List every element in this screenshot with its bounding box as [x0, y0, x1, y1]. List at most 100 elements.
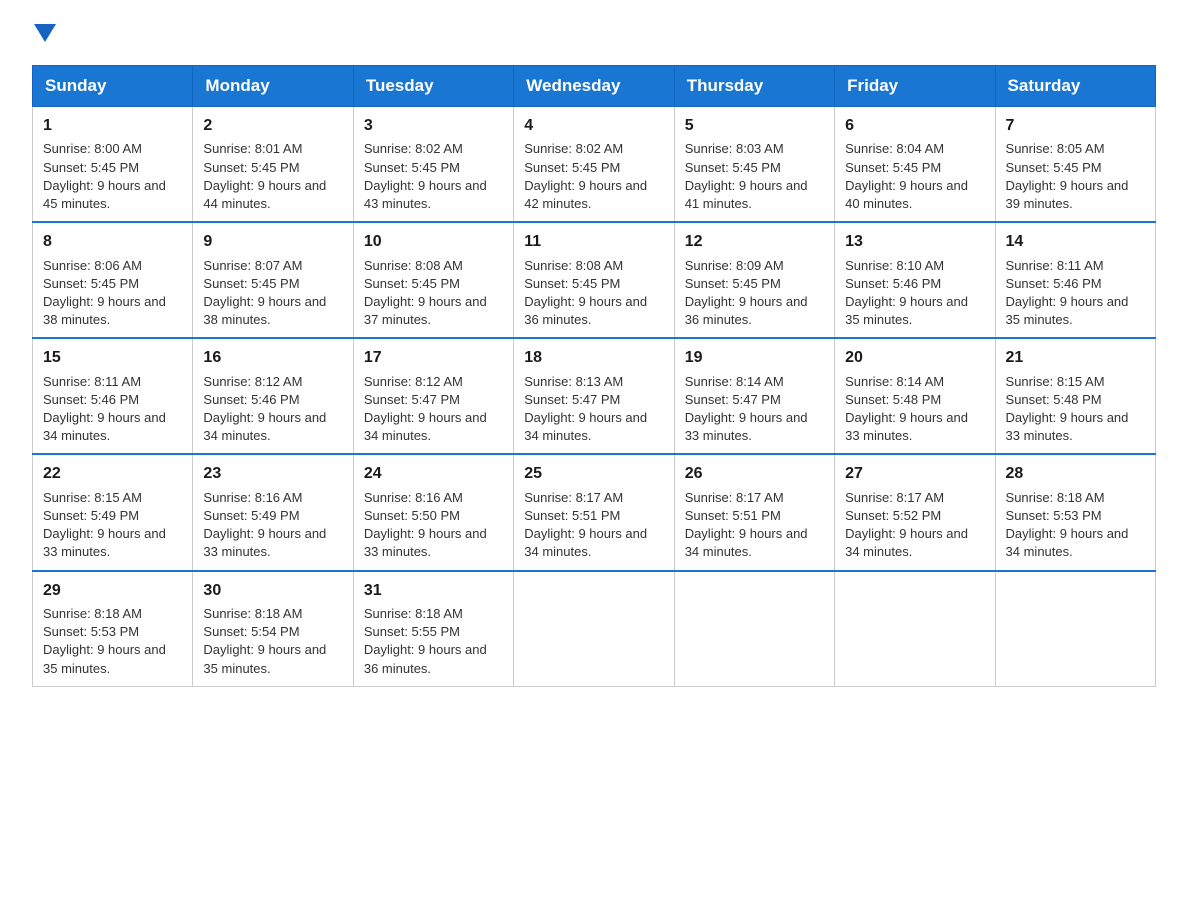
day-number: 16: [203, 347, 342, 369]
calendar-cell: [835, 571, 995, 687]
day-info: Sunrise: 8:02 AMSunset: 5:45 PMDaylight:…: [364, 141, 487, 211]
day-number: 6: [845, 115, 984, 137]
calendar-cell: 30 Sunrise: 8:18 AMSunset: 5:54 PMDaylig…: [193, 571, 353, 687]
calendar-cell: 2 Sunrise: 8:01 AMSunset: 5:45 PMDayligh…: [193, 107, 353, 223]
calendar-cell: 8 Sunrise: 8:06 AMSunset: 5:45 PMDayligh…: [33, 222, 193, 338]
calendar-cell: 6 Sunrise: 8:04 AMSunset: 5:45 PMDayligh…: [835, 107, 995, 223]
column-header-monday: Monday: [193, 66, 353, 107]
day-info: Sunrise: 8:08 AMSunset: 5:45 PMDaylight:…: [364, 258, 487, 328]
calendar-cell: 7 Sunrise: 8:05 AMSunset: 5:45 PMDayligh…: [995, 107, 1155, 223]
calendar-cell: [514, 571, 674, 687]
day-number: 29: [43, 580, 182, 602]
calendar-cell: 5 Sunrise: 8:03 AMSunset: 5:45 PMDayligh…: [674, 107, 834, 223]
calendar-cell: 17 Sunrise: 8:12 AMSunset: 5:47 PMDaylig…: [353, 338, 513, 454]
calendar-cell: 18 Sunrise: 8:13 AMSunset: 5:47 PMDaylig…: [514, 338, 674, 454]
logo-triangle-icon: [34, 24, 56, 42]
day-info: Sunrise: 8:04 AMSunset: 5:45 PMDaylight:…: [845, 141, 968, 211]
calendar-table: SundayMondayTuesdayWednesdayThursdayFrid…: [32, 65, 1156, 687]
day-number: 13: [845, 231, 984, 253]
calendar-cell: 1 Sunrise: 8:00 AMSunset: 5:45 PMDayligh…: [33, 107, 193, 223]
day-info: Sunrise: 8:05 AMSunset: 5:45 PMDaylight:…: [1006, 141, 1129, 211]
day-info: Sunrise: 8:13 AMSunset: 5:47 PMDaylight:…: [524, 374, 647, 444]
day-info: Sunrise: 8:08 AMSunset: 5:45 PMDaylight:…: [524, 258, 647, 328]
day-info: Sunrise: 8:06 AMSunset: 5:45 PMDaylight:…: [43, 258, 166, 328]
day-number: 24: [364, 463, 503, 485]
day-number: 3: [364, 115, 503, 137]
day-info: Sunrise: 8:17 AMSunset: 5:52 PMDaylight:…: [845, 490, 968, 560]
calendar-cell: 25 Sunrise: 8:17 AMSunset: 5:51 PMDaylig…: [514, 454, 674, 570]
day-info: Sunrise: 8:12 AMSunset: 5:47 PMDaylight:…: [364, 374, 487, 444]
calendar-cell: 16 Sunrise: 8:12 AMSunset: 5:46 PMDaylig…: [193, 338, 353, 454]
calendar-cell: 10 Sunrise: 8:08 AMSunset: 5:45 PMDaylig…: [353, 222, 513, 338]
day-info: Sunrise: 8:16 AMSunset: 5:49 PMDaylight:…: [203, 490, 326, 560]
day-info: Sunrise: 8:14 AMSunset: 5:47 PMDaylight:…: [685, 374, 808, 444]
day-number: 30: [203, 580, 342, 602]
day-number: 25: [524, 463, 663, 485]
column-header-tuesday: Tuesday: [353, 66, 513, 107]
day-info: Sunrise: 8:01 AMSunset: 5:45 PMDaylight:…: [203, 141, 326, 211]
day-number: 2: [203, 115, 342, 137]
day-number: 27: [845, 463, 984, 485]
day-info: Sunrise: 8:11 AMSunset: 5:46 PMDaylight:…: [1006, 258, 1129, 328]
calendar-cell: 22 Sunrise: 8:15 AMSunset: 5:49 PMDaylig…: [33, 454, 193, 570]
day-number: 9: [203, 231, 342, 253]
day-info: Sunrise: 8:15 AMSunset: 5:49 PMDaylight:…: [43, 490, 166, 560]
week-row-4: 22 Sunrise: 8:15 AMSunset: 5:49 PMDaylig…: [33, 454, 1156, 570]
day-info: Sunrise: 8:02 AMSunset: 5:45 PMDaylight:…: [524, 141, 647, 211]
calendar-cell: 29 Sunrise: 8:18 AMSunset: 5:53 PMDaylig…: [33, 571, 193, 687]
day-info: Sunrise: 8:18 AMSunset: 5:55 PMDaylight:…: [364, 606, 487, 676]
day-number: 26: [685, 463, 824, 485]
calendar-cell: 28 Sunrise: 8:18 AMSunset: 5:53 PMDaylig…: [995, 454, 1155, 570]
day-info: Sunrise: 8:07 AMSunset: 5:45 PMDaylight:…: [203, 258, 326, 328]
week-row-3: 15 Sunrise: 8:11 AMSunset: 5:46 PMDaylig…: [33, 338, 1156, 454]
column-header-wednesday: Wednesday: [514, 66, 674, 107]
day-number: 15: [43, 347, 182, 369]
week-row-1: 1 Sunrise: 8:00 AMSunset: 5:45 PMDayligh…: [33, 107, 1156, 223]
logo: [32, 24, 56, 47]
day-number: 21: [1006, 347, 1145, 369]
day-info: Sunrise: 8:03 AMSunset: 5:45 PMDaylight:…: [685, 141, 808, 211]
calendar-cell: 26 Sunrise: 8:17 AMSunset: 5:51 PMDaylig…: [674, 454, 834, 570]
calendar-cell: [674, 571, 834, 687]
day-number: 31: [364, 580, 503, 602]
day-number: 7: [1006, 115, 1145, 137]
day-number: 8: [43, 231, 182, 253]
day-number: 12: [685, 231, 824, 253]
calendar-header-row: SundayMondayTuesdayWednesdayThursdayFrid…: [33, 66, 1156, 107]
day-number: 20: [845, 347, 984, 369]
day-number: 1: [43, 115, 182, 137]
calendar-cell: 12 Sunrise: 8:09 AMSunset: 5:45 PMDaylig…: [674, 222, 834, 338]
calendar-cell: 15 Sunrise: 8:11 AMSunset: 5:46 PMDaylig…: [33, 338, 193, 454]
calendar-cell: 23 Sunrise: 8:16 AMSunset: 5:49 PMDaylig…: [193, 454, 353, 570]
day-number: 23: [203, 463, 342, 485]
day-info: Sunrise: 8:14 AMSunset: 5:48 PMDaylight:…: [845, 374, 968, 444]
day-info: Sunrise: 8:18 AMSunset: 5:53 PMDaylight:…: [43, 606, 166, 676]
day-info: Sunrise: 8:17 AMSunset: 5:51 PMDaylight:…: [524, 490, 647, 560]
day-number: 10: [364, 231, 503, 253]
calendar-cell: [995, 571, 1155, 687]
day-info: Sunrise: 8:11 AMSunset: 5:46 PMDaylight:…: [43, 374, 166, 444]
day-number: 4: [524, 115, 663, 137]
calendar-cell: 4 Sunrise: 8:02 AMSunset: 5:45 PMDayligh…: [514, 107, 674, 223]
calendar-cell: 31 Sunrise: 8:18 AMSunset: 5:55 PMDaylig…: [353, 571, 513, 687]
calendar-cell: 24 Sunrise: 8:16 AMSunset: 5:50 PMDaylig…: [353, 454, 513, 570]
calendar-cell: 27 Sunrise: 8:17 AMSunset: 5:52 PMDaylig…: [835, 454, 995, 570]
column-header-saturday: Saturday: [995, 66, 1155, 107]
day-info: Sunrise: 8:15 AMSunset: 5:48 PMDaylight:…: [1006, 374, 1129, 444]
day-info: Sunrise: 8:18 AMSunset: 5:53 PMDaylight:…: [1006, 490, 1129, 560]
day-number: 14: [1006, 231, 1145, 253]
day-info: Sunrise: 8:09 AMSunset: 5:45 PMDaylight:…: [685, 258, 808, 328]
day-number: 5: [685, 115, 824, 137]
week-row-5: 29 Sunrise: 8:18 AMSunset: 5:53 PMDaylig…: [33, 571, 1156, 687]
day-info: Sunrise: 8:17 AMSunset: 5:51 PMDaylight:…: [685, 490, 808, 560]
calendar-cell: 19 Sunrise: 8:14 AMSunset: 5:47 PMDaylig…: [674, 338, 834, 454]
calendar-cell: 9 Sunrise: 8:07 AMSunset: 5:45 PMDayligh…: [193, 222, 353, 338]
day-number: 17: [364, 347, 503, 369]
day-info: Sunrise: 8:16 AMSunset: 5:50 PMDaylight:…: [364, 490, 487, 560]
day-number: 22: [43, 463, 182, 485]
day-number: 28: [1006, 463, 1145, 485]
calendar-cell: 21 Sunrise: 8:15 AMSunset: 5:48 PMDaylig…: [995, 338, 1155, 454]
column-header-sunday: Sunday: [33, 66, 193, 107]
page-header: [32, 24, 1156, 47]
day-info: Sunrise: 8:18 AMSunset: 5:54 PMDaylight:…: [203, 606, 326, 676]
